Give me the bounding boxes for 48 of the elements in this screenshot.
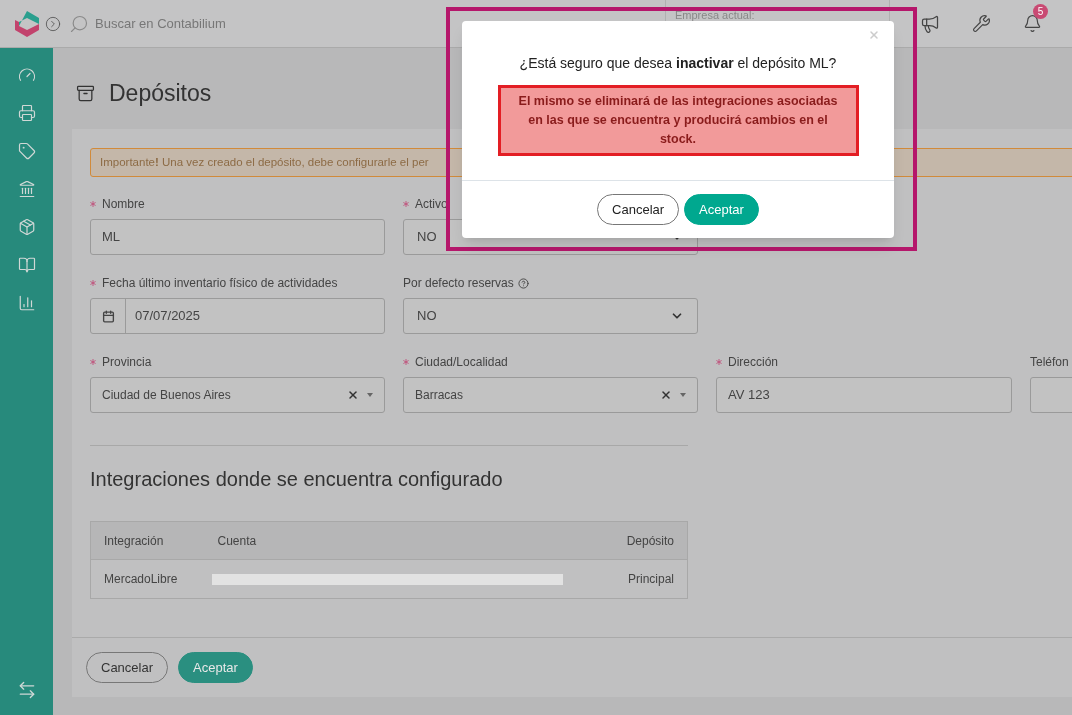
megaphone-icon[interactable] [920,13,940,34]
section-title: Integraciones donde se encuentra configurado [90,467,504,492]
field-label: Dirección [728,354,778,371]
text-field[interactable]: ML [90,219,385,255]
notification-badge: 5 [1033,4,1048,19]
caret-icon [680,393,686,397]
calendar-icon [101,309,115,323]
table-cell: MercadoLibre [90,559,205,599]
combo-field[interactable]: Barracas [403,377,698,413]
field-label: Teléfon [1030,354,1069,371]
box-icon[interactable] [17,218,36,236]
column-header: Cuenta [204,521,608,560]
warning-text: El mismo se eliminará de las integraciones asociadas en las que se encuentra y producirá cambios en el stock. [517,93,839,148]
accept-button[interactable]: Aceptar [684,194,759,225]
text-field[interactable]: AV 123 [716,377,1012,413]
printer-icon[interactable] [17,104,36,122]
notice-text: Importante! Una vez creado el depósito, debe configurarle el per [100,154,429,170]
field-label: Ciudad/Localidad [415,354,508,371]
gauge-icon[interactable] [17,66,36,84]
field-label: Por defecto reservas [403,275,514,292]
combo-field[interactable]: Ciudad de Buenos Aires [90,377,385,413]
company-label: Empresa actual: [675,9,755,21]
field-label: Fecha último inventario físico de actividades [102,275,338,292]
tag-icon[interactable] [17,142,36,160]
clear-icon [660,389,672,401]
bank-icon[interactable] [17,180,36,198]
field-label: Nombre [102,196,145,213]
bar-chart-icon[interactable] [17,294,36,312]
bell-icon[interactable] [1023,14,1042,33]
field-label: Provincia [102,354,152,371]
page-title: Depósitos [109,78,212,108]
select-field[interactable]: NO [403,298,698,334]
accept-button[interactable]: Aceptar [178,652,253,683]
close-icon[interactable] [868,29,880,41]
table-cell: Principal [607,559,688,599]
clear-icon [347,389,359,401]
wrench-icon[interactable] [972,14,991,33]
search-icon [69,13,89,34]
date-field[interactable]: 07/07/2025 [90,298,385,334]
search-field[interactable]: Buscar en Contabilium [95,13,395,34]
logo-icon [13,9,40,38]
column-header: Integración [90,521,205,560]
caret-icon [367,393,373,397]
column-header: Depósito [607,521,688,560]
archive-icon [76,83,95,103]
dialog-question: ¿Está seguro que desea inactivar el depósito ML? [519,54,837,73]
cancel-button[interactable]: Cancelar [597,194,680,225]
book-icon[interactable] [17,256,36,274]
